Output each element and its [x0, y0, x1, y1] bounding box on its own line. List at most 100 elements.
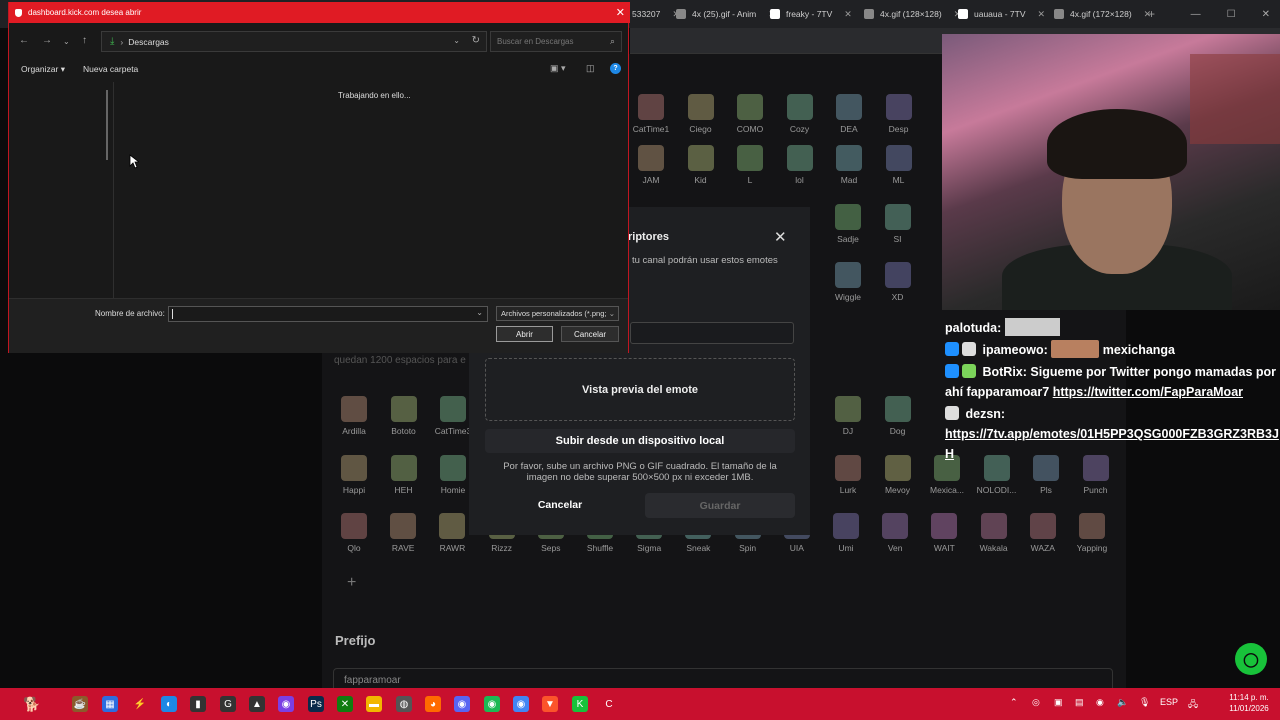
close-icon[interactable]: ✕ — [844, 9, 852, 20]
app-icon[interactable]: ▦ — [102, 696, 118, 712]
discord-icon[interactable]: ◉ — [454, 696, 470, 712]
help-icon[interactable]: ? — [610, 63, 621, 74]
close-icon[interactable]: ✕ — [774, 228, 787, 246]
emote-tile[interactable]: Kid — [676, 145, 726, 193]
app-icon[interactable]: ☕ — [72, 696, 88, 712]
photoshop-icon[interactable]: Ps — [308, 696, 324, 712]
emote-tile[interactable]: Mevoy — [873, 455, 923, 503]
emote-tile[interactable]: Ardilla — [329, 396, 379, 444]
brave-icon[interactable]: ▼ — [542, 696, 558, 712]
emote-tile[interactable]: SI — [873, 204, 923, 252]
browser-tab[interactable]: uauaua - 7TV ✕ — [958, 0, 1045, 28]
app-icon[interactable]: C — [601, 696, 617, 712]
steam-icon[interactable]: ◉ — [1096, 697, 1104, 708]
filename-input[interactable]: ⌄ — [168, 306, 488, 322]
clock[interactable]: 11:14 p. m. 11/01/2026 — [1224, 692, 1274, 714]
emote-tile[interactable]: Cozy — [775, 94, 825, 142]
file-type-select[interactable]: Archivos personalizados (*.png; ⌄ — [496, 306, 619, 321]
language-indicator[interactable]: ESP — [1160, 697, 1178, 707]
refresh-icon[interactable]: ↻ — [472, 35, 480, 46]
browser-tab[interactable]: 533207✕ — [632, 0, 680, 28]
emote-tile[interactable]: RAVE — [378, 513, 428, 561]
browser-tab[interactable]: 4x.gif (128×128)✕ — [864, 0, 961, 28]
lightning-icon[interactable]: ⚡ — [132, 696, 148, 712]
emote-tile[interactable]: Mad — [824, 145, 874, 193]
modal-save-button[interactable]: Guardar — [645, 493, 795, 518]
scrollbar[interactable] — [106, 90, 108, 160]
emote-tile[interactable]: Umi — [821, 513, 871, 561]
new-tab-button[interactable]: + — [1148, 0, 1155, 28]
organize-menu[interactable]: Organizar ▾ — [21, 64, 65, 75]
microphone-icon[interactable]: 🎙 — [1139, 697, 1150, 708]
obs-icon[interactable]: ◉ — [278, 696, 294, 712]
chat-link[interactable]: https://7tv.app/emotes/01H5PP3QSG000FZB3… — [945, 427, 1279, 461]
emote-tile[interactable]: WAZA — [1018, 513, 1068, 561]
chrome-icon[interactable]: ◉ — [513, 696, 529, 712]
new-folder-button[interactable]: Nueva carpeta — [83, 64, 138, 74]
add-emote-button[interactable]: + — [347, 574, 356, 592]
maximize-icon[interactable]: ☐ — [1227, 9, 1236, 20]
app-icon[interactable]: ▲ — [249, 696, 265, 712]
close-icon[interactable]: ✕ — [1262, 9, 1270, 20]
modal-cancel-button[interactable]: Cancelar — [510, 493, 610, 517]
emote-tile[interactable]: Ciego — [676, 94, 726, 142]
forward-icon[interactable]: → — [42, 35, 52, 46]
chevron-down-icon[interactable]: ⌄ — [453, 36, 460, 45]
emote-tile[interactable]: COMO — [725, 94, 775, 142]
browser-tab[interactable]: freaky - 7TV ✕ — [770, 0, 852, 28]
emote-tile[interactable]: Yapping — [1067, 513, 1117, 561]
up-icon[interactable]: ↑ — [82, 35, 87, 46]
tray-app-icon[interactable]: ▤ — [1075, 697, 1084, 708]
emote-tile[interactable]: CatTime1 — [626, 94, 676, 142]
edge-icon[interactable]: ◐ — [161, 696, 177, 712]
browser-tab[interactable]: 4x.gif (172×128) ✕ — [1054, 0, 1151, 28]
emote-tile[interactable]: Desp — [874, 94, 924, 142]
emote-tile[interactable]: ML — [874, 145, 924, 193]
emote-name-input[interactable] — [630, 322, 794, 344]
chevron-down-icon[interactable]: ⌄ — [476, 308, 483, 317]
steam-icon[interactable]: ◍ — [396, 696, 412, 712]
folder-icon[interactable]: ▬ — [366, 696, 382, 712]
pane-divider[interactable] — [113, 82, 114, 298]
app-icon[interactable]: G — [220, 696, 236, 712]
view-menu-icon[interactable]: ▣ ▾ — [550, 63, 566, 74]
network-icon[interactable]: 🖧 — [1188, 697, 1198, 713]
emote-tile[interactable]: DEA — [824, 94, 874, 142]
chevron-up-icon[interactable]: ⌃ — [1010, 697, 1018, 708]
emote-tile[interactable]: Lurk — [823, 455, 873, 503]
emote-tile[interactable]: JAM — [626, 145, 676, 193]
close-icon[interactable]: ✕ — [1038, 9, 1046, 20]
emote-tile[interactable]: L — [725, 145, 775, 193]
tray-app-icon[interactable]: ▣ — [1054, 697, 1063, 708]
upload-local-button[interactable]: Subir desde un dispositivo local — [485, 429, 795, 453]
preview-pane-icon[interactable]: ◫ — [586, 63, 595, 74]
emote-tile[interactable]: Sadje — [823, 204, 873, 252]
search-input[interactable]: Buscar en Descargas ⌕ — [490, 31, 622, 52]
tray-app-icon[interactable]: ◎ — [1032, 697, 1040, 708]
browser-tab[interactable]: 4x (25).gif - Anim✕ — [676, 0, 776, 28]
close-icon[interactable]: ✕ — [616, 6, 625, 19]
emote-tile[interactable]: DJ — [823, 396, 873, 444]
cancel-button[interactable]: Cancelar — [561, 326, 619, 342]
support-button[interactable]: ◯ — [1235, 643, 1267, 675]
emote-tile[interactable]: Qlo — [329, 513, 379, 561]
emote-tile[interactable]: Wakala — [969, 513, 1019, 561]
firefox-icon[interactable]: ◕ — [425, 696, 441, 712]
emote-tile[interactable]: Ven — [870, 513, 920, 561]
minimize-icon[interactable]: — — [1191, 9, 1201, 20]
emote-tile[interactable]: Bototo — [379, 396, 429, 444]
spotify-icon[interactable]: ◉ — [484, 696, 500, 712]
emote-tile[interactable]: lol — [775, 145, 825, 193]
open-button[interactable]: Abrir — [496, 326, 553, 342]
emote-tile[interactable]: Happi — [329, 455, 379, 503]
app-icon[interactable]: ▮ — [190, 696, 206, 712]
chevron-down-icon[interactable]: ⌄ — [63, 37, 70, 46]
emote-tile[interactable]: Dog — [873, 396, 923, 444]
back-icon[interactable]: ← — [19, 35, 29, 46]
chat-link[interactable]: https://twitter.com/FapParaMoar — [1053, 385, 1243, 399]
emote-tile[interactable]: XD — [873, 262, 923, 310]
path-breadcrumb[interactable]: ⤓ › Descargas ⌄ ↻ — [101, 31, 487, 52]
xbox-icon[interactable]: ✕ — [337, 696, 353, 712]
emote-tile[interactable]: Wiggle — [823, 262, 873, 310]
kick-icon[interactable]: K — [572, 696, 588, 712]
